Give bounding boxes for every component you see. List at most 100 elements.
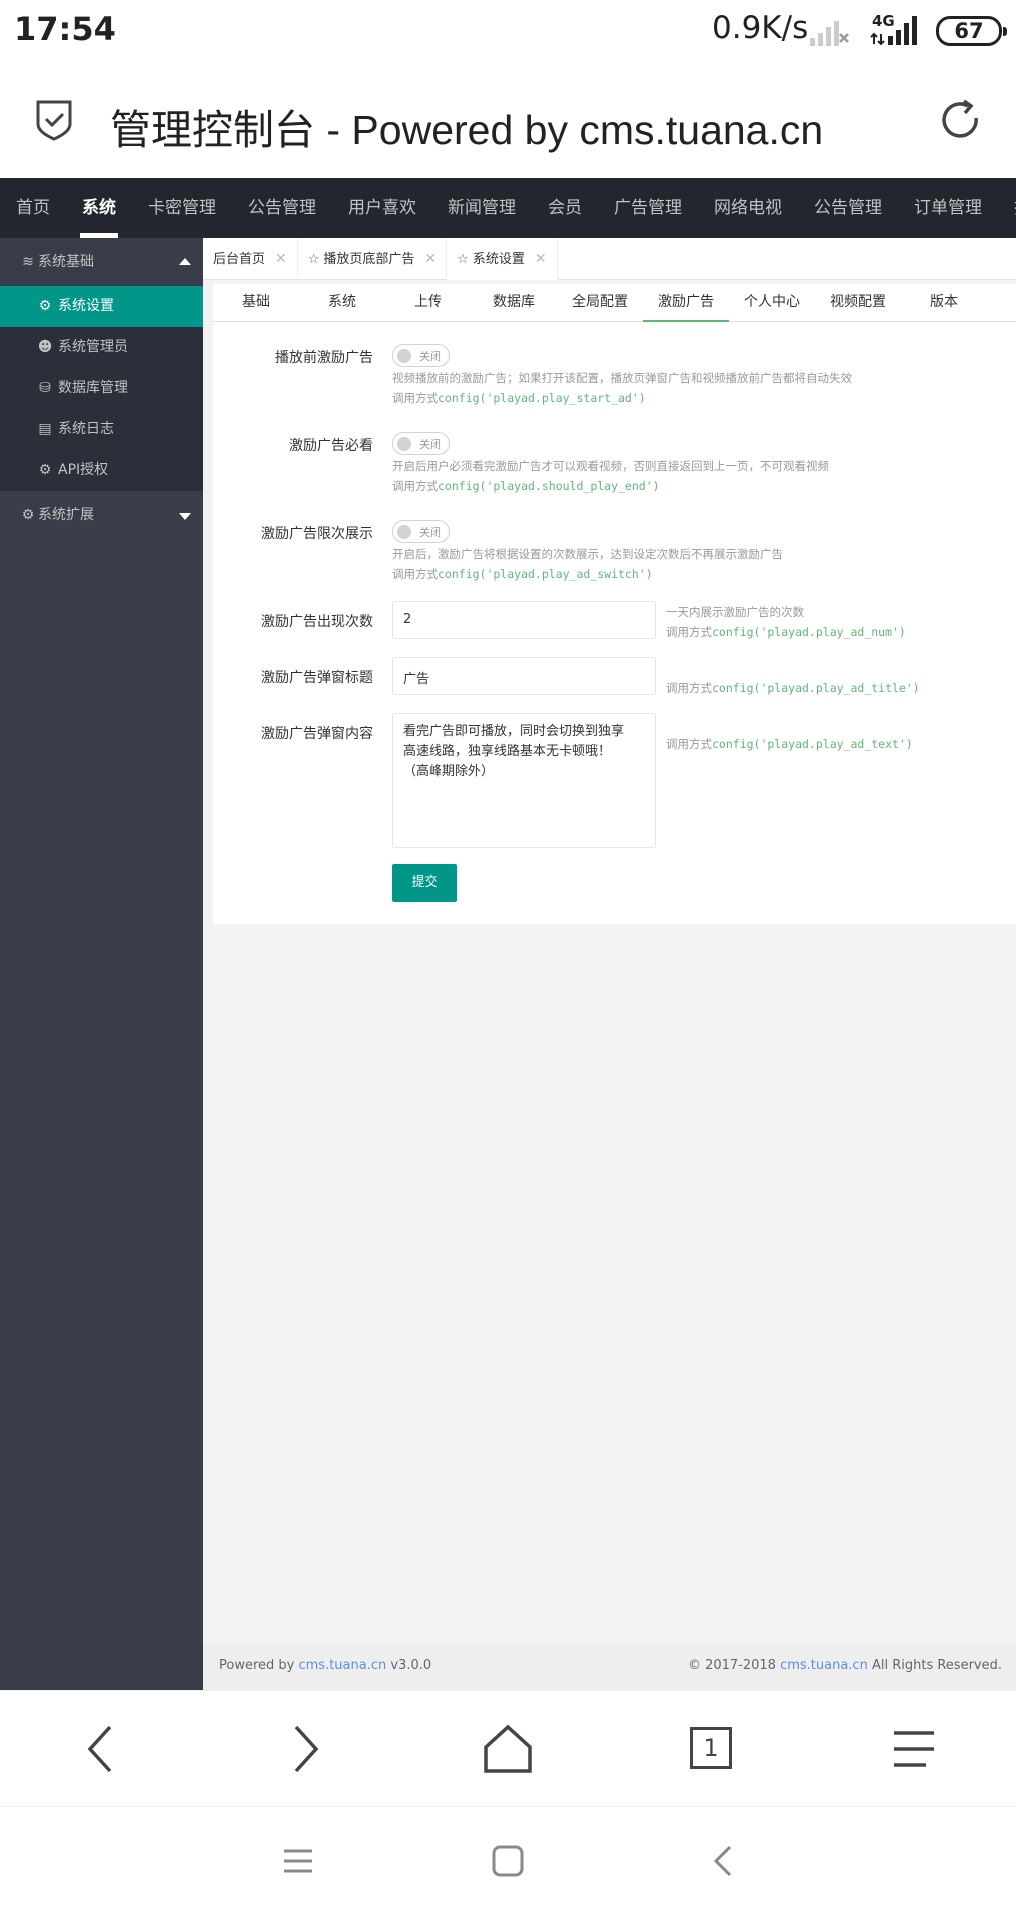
- page-title[interactable]: 管理控制台 - Powered by cms.tuana.cn: [110, 96, 823, 156]
- status-net-speed: 0.9K/s: [712, 10, 809, 46]
- close-icon[interactable]: ✕: [424, 251, 436, 267]
- user-icon: ☻: [37, 339, 53, 355]
- usage-code: config('playad.play_ad_switch'): [438, 567, 653, 581]
- sidebar-item-label: 系统日志: [58, 421, 114, 437]
- field-usage: 调用方式config('playad.should_play_end'): [392, 478, 660, 494]
- main-content: 后台首页 ✕ ☆ 播放页底部广告 ✕ ☆ 系统设置 ✕ 基础 系统 上传 数据库 全局配置…: [203, 238, 1016, 1690]
- nav-item-orders[interactable]: 订单管理: [898, 178, 998, 238]
- system-nav-bar: [0, 1806, 1016, 1920]
- reload-icon[interactable]: [938, 98, 984, 144]
- page-tab-label: 后台首页: [213, 252, 266, 267]
- play-ad-title-input[interactable]: 广告: [392, 657, 656, 695]
- field-usage: 调用方式config('playad.play_ad_text'): [666, 736, 913, 752]
- usage-code: config('playad.play_ad_num'): [712, 625, 906, 639]
- nav-item-announcements-2[interactable]: 公告管理: [798, 178, 898, 238]
- field-usage: 调用方式config('playad.play_start_ad'): [392, 390, 646, 406]
- settings-card: 基础 系统 上传 数据库 全局配置 激励广告 个人中心 视频配置 版本 播放前激…: [213, 284, 1016, 924]
- sidebar-item-database[interactable]: ⛁ 数据库管理: [0, 368, 203, 409]
- tab-basic[interactable]: 基础: [213, 284, 299, 322]
- tab-upload[interactable]: 上传: [385, 284, 471, 322]
- tab-global-config[interactable]: 全局配置: [557, 284, 643, 322]
- shield-check-icon[interactable]: [34, 98, 74, 142]
- nav-item-card-keys[interactable]: 卡密管理: [132, 178, 232, 238]
- sidebar-item-admins[interactable]: ☻ 系统管理员: [0, 327, 203, 368]
- top-nav: 首页 系统 卡密管理 公告管理 用户喜欢 新闻管理 会员 广告管理 网络电视 公…: [0, 178, 1016, 238]
- sidebar-item-system-settings[interactable]: ⚙ 系统设置: [0, 286, 203, 327]
- nav-item-system[interactable]: 系统: [66, 178, 132, 238]
- home-icon[interactable]: [480, 1721, 536, 1777]
- sidebar-item-label: 数据库管理: [58, 380, 128, 396]
- usage-prefix: 调用方式: [666, 681, 712, 695]
- log-icon: ▤: [38, 421, 52, 437]
- battery-icon: 67: [936, 16, 1007, 46]
- menu-icon[interactable]: [886, 1721, 942, 1777]
- sidebar-group-system-ext[interactable]: ⚙ 系统扩展: [0, 491, 203, 539]
- nav-item-user-likes[interactable]: 用户喜欢: [332, 178, 432, 238]
- tab-version[interactable]: 版本: [901, 284, 987, 322]
- submit-button[interactable]: 提交: [392, 864, 457, 902]
- recents-menu-icon[interactable]: [278, 1841, 318, 1881]
- nav-item-members[interactable]: 会员: [532, 178, 598, 238]
- sidebar-submenu: ⚙ 系统设置 ☻ 系统管理员 ⛁ 数据库管理 ▤ 系统日志 ⚙ API授权: [0, 286, 203, 491]
- footer-copyright: © 2017-2018 cms.tuana.cn All Rights Rese…: [688, 1658, 1002, 1673]
- status-bar: 17:54 0.9K/s 4G 67: [0, 0, 1016, 62]
- home-square-icon[interactable]: [488, 1841, 528, 1881]
- nav-item-ads[interactable]: 广告管理: [598, 178, 698, 238]
- field-label: 激励广告弹窗内容: [261, 726, 373, 742]
- tab-system[interactable]: 系统: [299, 284, 385, 322]
- system-back-icon[interactable]: [704, 1841, 744, 1881]
- field-label: 激励广告弹窗标题: [261, 670, 373, 686]
- nav-item-plugins[interactable]: 插件: [998, 178, 1016, 238]
- sidebar: ≋ 系统基础 ⚙ 系统设置 ☻ 系统管理员 ⛁ 数据库管理 ▤ 系统日志 ⚙ API授权 ⚙…: [0, 238, 203, 1690]
- field-hint: 开启后，激励广告将根据设置的次数展示，达到设定次数后不再展示激励广告: [392, 547, 783, 561]
- usage-code: config('playad.play_start_ad'): [438, 391, 646, 405]
- star-icon: ☆: [307, 252, 320, 267]
- usage-code: config('playad.play_ad_text'): [712, 737, 913, 751]
- field-hint: 开启后用户必须看完激励广告才可以观看视频，否则直接返回到上一页，不可观看视频: [392, 459, 829, 473]
- usage-prefix: 调用方式: [392, 567, 438, 581]
- close-icon[interactable]: ✕: [275, 251, 287, 267]
- tabs-icon[interactable]: 1: [684, 1721, 740, 1777]
- sidebar-group-system-basic[interactable]: ≋ 系统基础: [0, 238, 203, 286]
- switch-knob: [397, 525, 411, 539]
- tab-user-center[interactable]: 个人中心: [729, 284, 815, 322]
- tab-video-config[interactable]: 视频配置: [815, 284, 901, 322]
- should-play-end-switch[interactable]: 关闭: [392, 432, 450, 455]
- footer-link[interactable]: cms.tuana.cn: [298, 1658, 386, 1673]
- footer-link[interactable]: cms.tuana.cn: [780, 1658, 868, 1673]
- play-ad-limit-switch[interactable]: 关闭: [392, 520, 450, 543]
- tab-reward-ads[interactable]: 激励广告: [643, 284, 729, 322]
- tab-count: 1: [690, 1727, 732, 1769]
- back-icon[interactable]: [74, 1721, 130, 1777]
- settings-subtabs: 基础 系统 上传 数据库 全局配置 激励广告 个人中心 视频配置 版本: [213, 284, 1016, 322]
- usage-prefix: 调用方式: [392, 391, 438, 405]
- caret-up-icon: [179, 258, 191, 265]
- close-icon[interactable]: ✕: [535, 251, 547, 267]
- sidebar-item-api-auth[interactable]: ⚙ API授权: [0, 450, 203, 491]
- field-label: 激励广告限次展示: [261, 526, 373, 542]
- nav-item-home[interactable]: 首页: [0, 178, 66, 238]
- page-tab-system-settings[interactable]: ☆ 系统设置 ✕: [447, 238, 558, 280]
- usage-prefix: 调用方式: [392, 479, 438, 493]
- field-hint: 视频播放前的激励广告；如果打开该配置，播放页弹窗广告和视频播放前广告都将自动失效: [392, 371, 852, 385]
- switch-text: 关闭: [419, 350, 441, 363]
- tab-database[interactable]: 数据库: [471, 284, 557, 322]
- gear-icon: ⚙: [21, 507, 35, 523]
- play-start-ad-switch[interactable]: 关闭: [392, 344, 450, 367]
- page-tab-home[interactable]: 后台首页 ✕: [203, 238, 298, 280]
- footer-text: © 2017-2018: [687, 1658, 781, 1673]
- page-tab-player-bottom-ad[interactable]: ☆ 播放页底部广告 ✕: [298, 238, 448, 280]
- field-usage: 调用方式config('playad.play_ad_num'): [666, 624, 906, 640]
- usage-code: config('playad.should_play_end'): [438, 479, 660, 493]
- nav-item-news[interactable]: 新闻管理: [432, 178, 532, 238]
- play-ad-text-textarea[interactable]: 看完广告即可播放，同时会切换到独享 高速线路，独享线路基本无卡顿哦！ （高峰期除…: [392, 713, 656, 848]
- forward-icon[interactable]: [276, 1721, 332, 1777]
- switch-knob: [397, 349, 411, 363]
- status-time: 17:54: [14, 10, 116, 48]
- nav-item-iptv[interactable]: 网络电视: [698, 178, 798, 238]
- sidebar-item-label: API授权: [58, 462, 109, 478]
- play-ad-num-input[interactable]: 2: [392, 601, 656, 639]
- sidebar-item-logs[interactable]: ▤ 系统日志: [0, 409, 203, 450]
- nav-item-announcements[interactable]: 公告管理: [232, 178, 332, 238]
- page-tab-label: 系统设置: [472, 252, 525, 267]
